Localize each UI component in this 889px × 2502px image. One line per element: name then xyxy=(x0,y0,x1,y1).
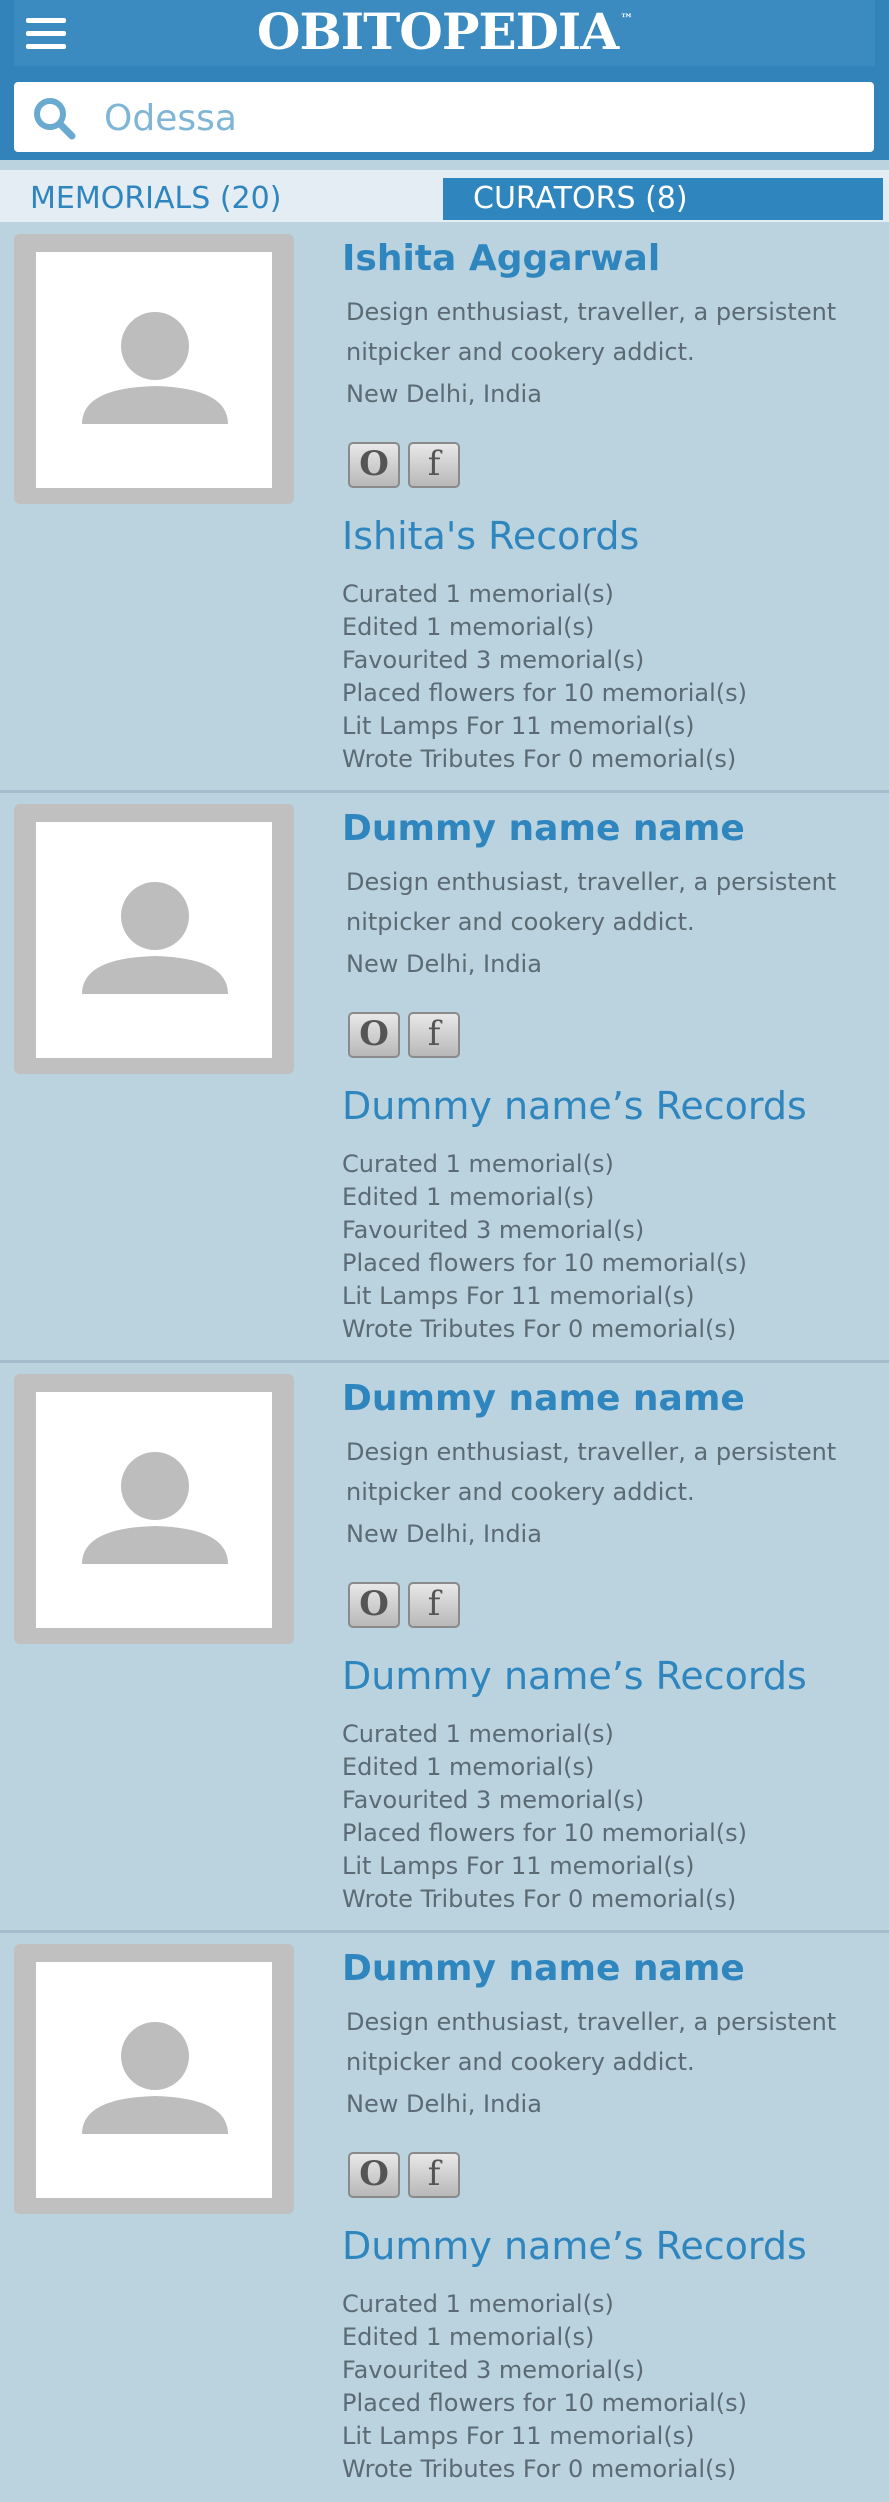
profile-photo-frame xyxy=(10,230,298,508)
record-item: Placed flowers for 10 memorial(s) xyxy=(342,679,748,707)
curator-bio: Design enthusiast, traveller, a persiste… xyxy=(346,2008,837,2076)
profile-photo-frame xyxy=(10,1940,298,2218)
records-title: Ishita's Records xyxy=(342,514,640,558)
curator-card: Dummy name name Design enthusiast, trave… xyxy=(0,1932,889,2502)
records-list: Curated 1 memorial(s) Edited 1 memorial(s… xyxy=(342,2288,747,2486)
obitopedia-profile-icon[interactable]: O xyxy=(348,2152,400,2198)
curator-bio: Design enthusiast, traveller, a persiste… xyxy=(346,868,837,936)
curator-name[interactable]: Dummy name name xyxy=(342,808,745,849)
profile-photo-frame xyxy=(10,800,298,1078)
record-item: Curated 1 memorial(s) xyxy=(342,1150,614,1178)
facebook-icon[interactable]: f xyxy=(408,1012,460,1058)
avatar[interactable] xyxy=(36,1392,272,1628)
card-divider xyxy=(0,790,889,793)
tab-memorials[interactable]: MEMORIALS (20) xyxy=(30,178,430,220)
records-list: Curated 1 memorial(s) Edited 1 memorial(s… xyxy=(342,1718,747,1916)
curator-name[interactable]: Dummy name name xyxy=(342,1378,745,1419)
curator-location: New Delhi, India xyxy=(346,950,542,978)
record-item: Placed flowers for 10 memorial(s) xyxy=(342,2389,748,2417)
app-header: OBITOPEDIA ™ xyxy=(0,0,889,160)
records-list: Curated 1 memorial(s) Edited 1 memorial(s… xyxy=(342,578,747,776)
facebook-icon[interactable]: f xyxy=(408,2152,460,2198)
curator-location: New Delhi, India xyxy=(346,2090,542,2118)
card-divider xyxy=(0,1360,889,1363)
curator-location: New Delhi, India xyxy=(346,1520,542,1548)
obitopedia-profile-icon[interactable]: O xyxy=(348,442,400,488)
tab-bar: MEMORIALS (20) CURATORS (8) xyxy=(0,170,889,222)
obitopedia-profile-icon[interactable]: O xyxy=(348,1012,400,1058)
person-placeholder-icon xyxy=(82,312,228,424)
records-list: Curated 1 memorial(s) Edited 1 memorial(s… xyxy=(342,1148,747,1346)
card-divider xyxy=(0,1930,889,1933)
record-item: Wrote Tributes For 0 memorial(s) xyxy=(342,2455,737,2483)
records-title: Dummy name’s Records xyxy=(342,2224,807,2268)
record-item: Curated 1 memorial(s) xyxy=(342,1720,614,1748)
search-icon[interactable] xyxy=(32,96,76,140)
person-placeholder-icon xyxy=(82,882,228,994)
curator-card: Ishita Aggarwal Design enthusiast, trave… xyxy=(0,222,889,792)
search-input[interactable] xyxy=(102,90,846,146)
record-item: Edited 1 memorial(s) xyxy=(342,2323,595,2351)
record-item: Placed flowers for 10 memorial(s) xyxy=(342,1819,748,1847)
curator-card: Dummy name name Design enthusiast, trave… xyxy=(0,1362,889,1932)
record-item: Lit Lamps For 11 memorial(s) xyxy=(342,2422,695,2450)
records-title: Dummy name’s Records xyxy=(342,1084,807,1128)
person-placeholder-icon xyxy=(82,2022,228,2134)
logo-text: OBITOPEDIA xyxy=(256,2,619,61)
search-bar xyxy=(14,82,874,152)
record-item: Wrote Tributes For 0 memorial(s) xyxy=(342,1885,737,1913)
record-item: Favourited 3 memorial(s) xyxy=(342,2356,645,2384)
site-logo[interactable]: OBITOPEDIA ™ xyxy=(0,2,889,61)
record-item: Curated 1 memorial(s) xyxy=(342,580,614,608)
curator-bio: Design enthusiast, traveller, a persiste… xyxy=(346,1438,837,1506)
record-item: Lit Lamps For 11 memorial(s) xyxy=(342,1282,695,1310)
records-title: Dummy name’s Records xyxy=(342,1654,807,1698)
record-item: Favourited 3 memorial(s) xyxy=(342,1786,645,1814)
record-item: Edited 1 memorial(s) xyxy=(342,1183,595,1211)
record-item: Wrote Tributes For 0 memorial(s) xyxy=(342,1315,737,1343)
record-item: Favourited 3 memorial(s) xyxy=(342,1216,645,1244)
avatar[interactable] xyxy=(36,822,272,1058)
record-item: Lit Lamps For 11 memorial(s) xyxy=(342,1852,695,1880)
curator-name[interactable]: Dummy name name xyxy=(342,1948,745,1989)
facebook-icon[interactable]: f xyxy=(408,442,460,488)
record-item: Lit Lamps For 11 memorial(s) xyxy=(342,712,695,740)
facebook-icon[interactable]: f xyxy=(408,1582,460,1628)
record-item: Favourited 3 memorial(s) xyxy=(342,646,645,674)
person-placeholder-icon xyxy=(82,1452,228,1564)
profile-photo-frame xyxy=(10,1370,298,1648)
curator-bio: Design enthusiast, traveller, a persiste… xyxy=(346,298,837,366)
record-item: Wrote Tributes For 0 memorial(s) xyxy=(342,745,737,773)
record-item: Edited 1 memorial(s) xyxy=(342,613,595,641)
record-item: Placed flowers for 10 memorial(s) xyxy=(342,1249,748,1277)
record-item: Edited 1 memorial(s) xyxy=(342,1753,595,1781)
curator-location: New Delhi, India xyxy=(346,380,542,408)
tab-curators[interactable]: CURATORS (8) xyxy=(443,178,883,220)
avatar[interactable] xyxy=(36,252,272,488)
curator-name[interactable]: Ishita Aggarwal xyxy=(342,238,660,279)
record-item: Curated 1 memorial(s) xyxy=(342,2290,614,2318)
obitopedia-profile-icon[interactable]: O xyxy=(348,1582,400,1628)
avatar[interactable] xyxy=(36,1962,272,2198)
trademark-symbol: ™ xyxy=(620,12,633,27)
curator-card: Dummy name name Design enthusiast, trave… xyxy=(0,792,889,1362)
